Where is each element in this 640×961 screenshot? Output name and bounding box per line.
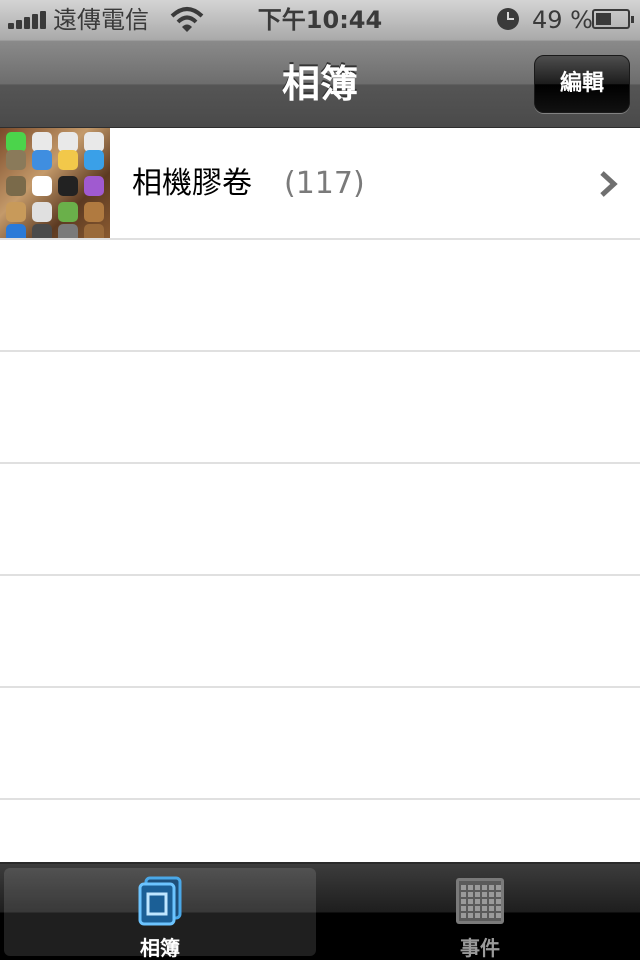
battery-icon	[592, 9, 634, 29]
album-count: (117)	[284, 166, 365, 201]
edit-button[interactable]: 編輯	[534, 55, 630, 113]
status-bar: 遠傳電信 下午10:44 49 %	[0, 0, 640, 40]
tab-events[interactable]: 事件	[324, 868, 636, 960]
tab-label: 相簿	[140, 936, 180, 960]
empty-row	[0, 464, 640, 576]
empty-row	[0, 688, 640, 800]
navigation-bar: 相簿 編輯	[0, 40, 640, 128]
tab-label: 事件	[460, 936, 500, 960]
empty-row	[0, 240, 640, 352]
empty-row	[0, 576, 640, 688]
album-name: 相機膠卷	[132, 166, 252, 201]
album-list: 相機膠卷 (117)	[0, 128, 640, 862]
alarm-clock-icon	[497, 8, 519, 30]
tab-bar: 相簿 事件	[0, 862, 640, 960]
empty-row	[0, 352, 640, 464]
album-row-camera-roll[interactable]: 相機膠卷 (117)	[0, 128, 640, 240]
chevron-right-icon	[600, 171, 618, 197]
events-calendar-icon	[456, 878, 504, 924]
album-thumbnail	[0, 128, 110, 238]
tab-albums[interactable]: 相簿	[4, 868, 316, 960]
battery-percent: 49 %	[532, 6, 593, 34]
albums-icon	[138, 876, 182, 926]
